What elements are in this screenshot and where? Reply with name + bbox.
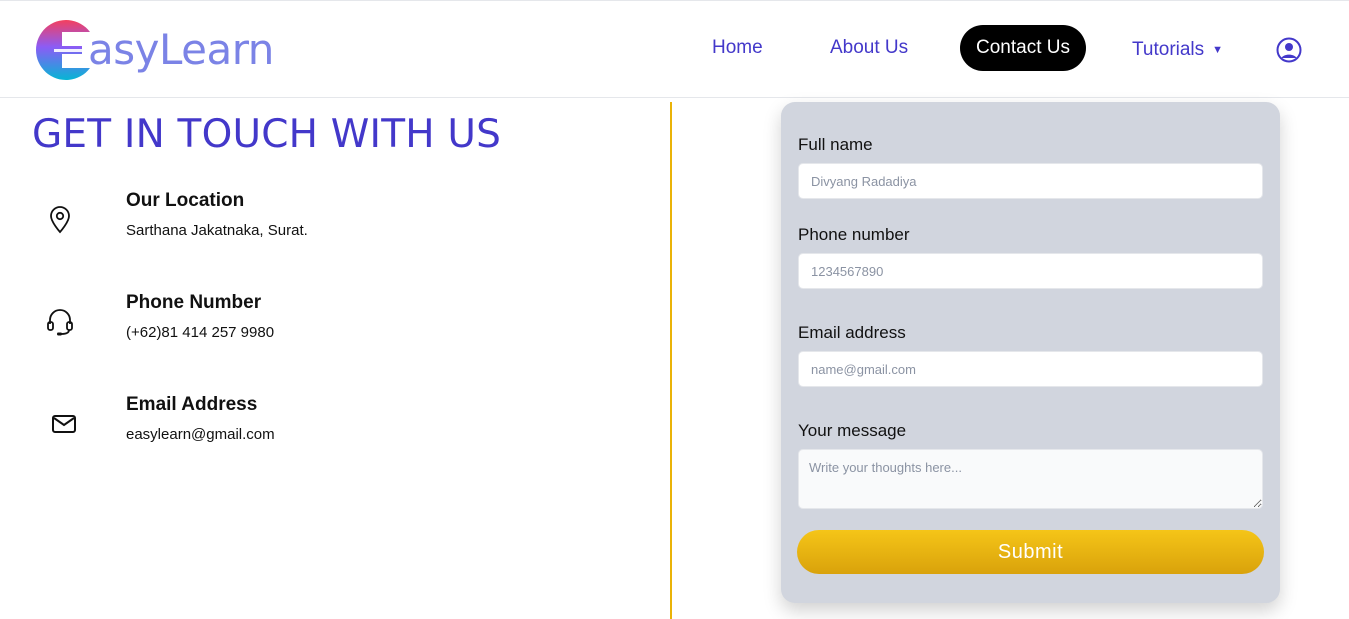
user-circle-icon[interactable] (1276, 37, 1302, 63)
email-input[interactable] (798, 351, 1263, 387)
email-title: Email Address (126, 394, 258, 415)
contact-info-phone: Phone Number (+62)81 414 257 9980 (40, 292, 600, 362)
nav-home[interactable]: Home (712, 25, 763, 71)
phone-value: (+62)81 414 257 9980 (126, 324, 275, 341)
nav-contact-us[interactable]: Contact Us (960, 25, 1086, 71)
vertical-divider (670, 102, 672, 619)
brand-logo[interactable]: asyLearn (32, 18, 274, 82)
page-heading: GET IN TOUCH WITH US (32, 112, 502, 157)
phone-title: Phone Number (126, 292, 262, 313)
nav-about-us[interactable]: About Us (830, 25, 908, 71)
email-value: easylearn@gmail.com (126, 426, 275, 443)
email-label: Email address (798, 323, 906, 342)
nav-tutorials-dropdown[interactable]: Tutorials ▼ (1132, 27, 1223, 73)
location-title: Our Location (126, 190, 245, 211)
contact-form-card: Full name Phone number Email address You… (781, 102, 1280, 603)
message-textarea[interactable] (798, 449, 1263, 509)
full-name-input[interactable] (798, 163, 1263, 199)
location-value: Sarthana Jakatnaka, Surat. (126, 222, 308, 239)
location-pin-icon (40, 200, 80, 240)
mail-icon (44, 404, 84, 444)
headset-icon (40, 302, 80, 342)
logo-mark-icon (36, 20, 90, 80)
top-navbar: asyLearn Home About Us Contact Us Tutori… (0, 0, 1349, 98)
contact-info-location: Our Location Sarthana Jakatnaka, Surat. (40, 190, 600, 260)
submit-button[interactable]: Submit (797, 530, 1264, 574)
brand-name: asyLearn (88, 25, 274, 74)
message-label: Your message (798, 421, 907, 440)
phone-label: Phone number (798, 225, 910, 244)
nav-tutorials-label: Tutorials (1132, 39, 1205, 60)
caret-down-icon: ▼ (1212, 44, 1224, 56)
contact-info-email: Email Address easylearn@gmail.com (40, 394, 600, 464)
full-name-label: Full name (798, 135, 873, 154)
phone-input[interactable] (798, 253, 1263, 289)
